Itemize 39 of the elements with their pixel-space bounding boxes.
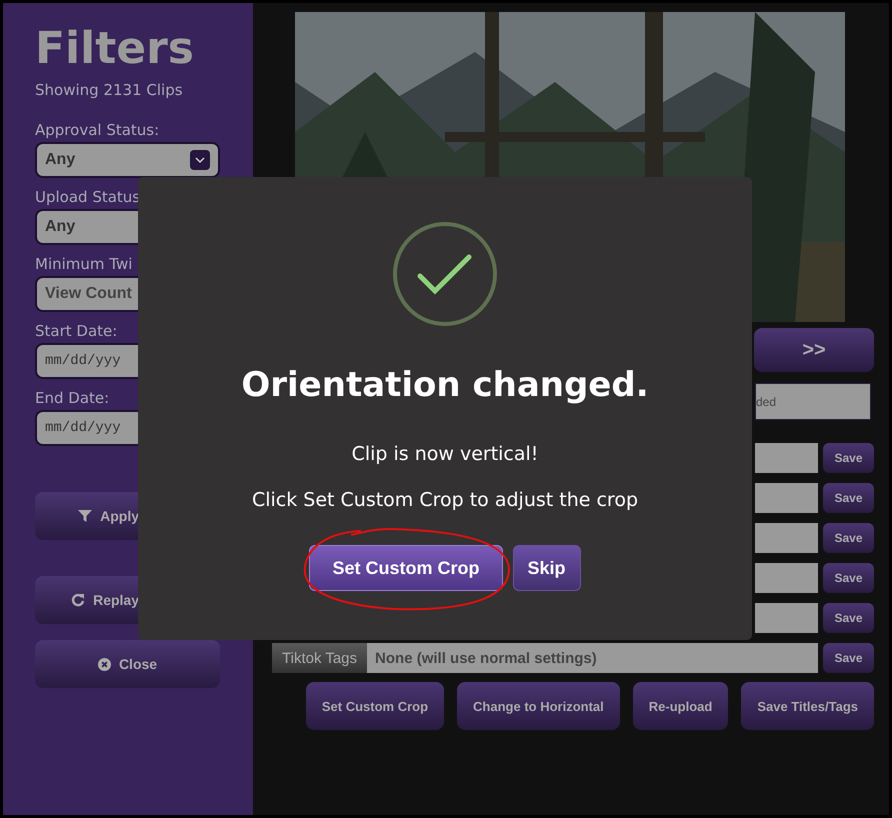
tags-field[interactable]: Tiktok Tags None (will use normal settings) (272, 643, 818, 673)
save-button[interactable]: Save (823, 523, 874, 553)
input-field[interactable] (755, 443, 818, 473)
input-field[interactable] (755, 563, 818, 593)
action-button[interactable]: Save Titles/Tags (741, 682, 874, 730)
field-label: Tiktok Tags (272, 643, 368, 673)
input-field[interactable] (755, 603, 818, 633)
save-button[interactable]: Save (823, 563, 874, 593)
action-button[interactable]: Set Custom Crop (306, 682, 444, 730)
save-button[interactable]: Save (823, 443, 874, 473)
field-value: None (will use normal settings) (374, 648, 598, 668)
field-label: Upload Status (35, 188, 142, 206)
sidebar-button[interactable]: Close (35, 640, 220, 688)
checkmark-icon (392, 221, 498, 327)
input-field[interactable] (755, 483, 818, 513)
dialog-hint: Click Set Custom Crop to adjust the crop (252, 489, 638, 511)
dialog-button[interactable]: Skip (512, 545, 581, 591)
save-button[interactable]: Save (823, 483, 874, 513)
filters-title: Filters (35, 23, 195, 75)
field-label: Minimum Twi (35, 255, 134, 273)
input-field[interactable] (755, 523, 818, 553)
filter-icon (78, 509, 92, 523)
clip-count: Showing 2131 Clips (35, 81, 184, 99)
close-icon (98, 658, 111, 670)
status-field: ded (755, 383, 871, 420)
action-button[interactable]: Change to Horizontal (457, 682, 620, 730)
save-button[interactable]: Save (823, 603, 874, 633)
chevron-down-icon (190, 150, 210, 170)
next-button[interactable]: >> (754, 328, 874, 372)
dialog-title: Orientation changed. (241, 365, 649, 405)
save-button[interactable]: Save (823, 643, 874, 673)
action-button[interactable]: Re-upload (632, 682, 728, 730)
redo-icon (71, 593, 86, 607)
dialog-button[interactable]: Set Custom Crop (309, 545, 502, 591)
field-label: Start Date: (35, 322, 118, 340)
field-label: End Date: (35, 389, 110, 407)
select-field[interactable]: Any (35, 142, 220, 178)
dialog-message: Clip is now vertical! (352, 443, 538, 465)
field-label: Approval Status: (35, 121, 160, 139)
